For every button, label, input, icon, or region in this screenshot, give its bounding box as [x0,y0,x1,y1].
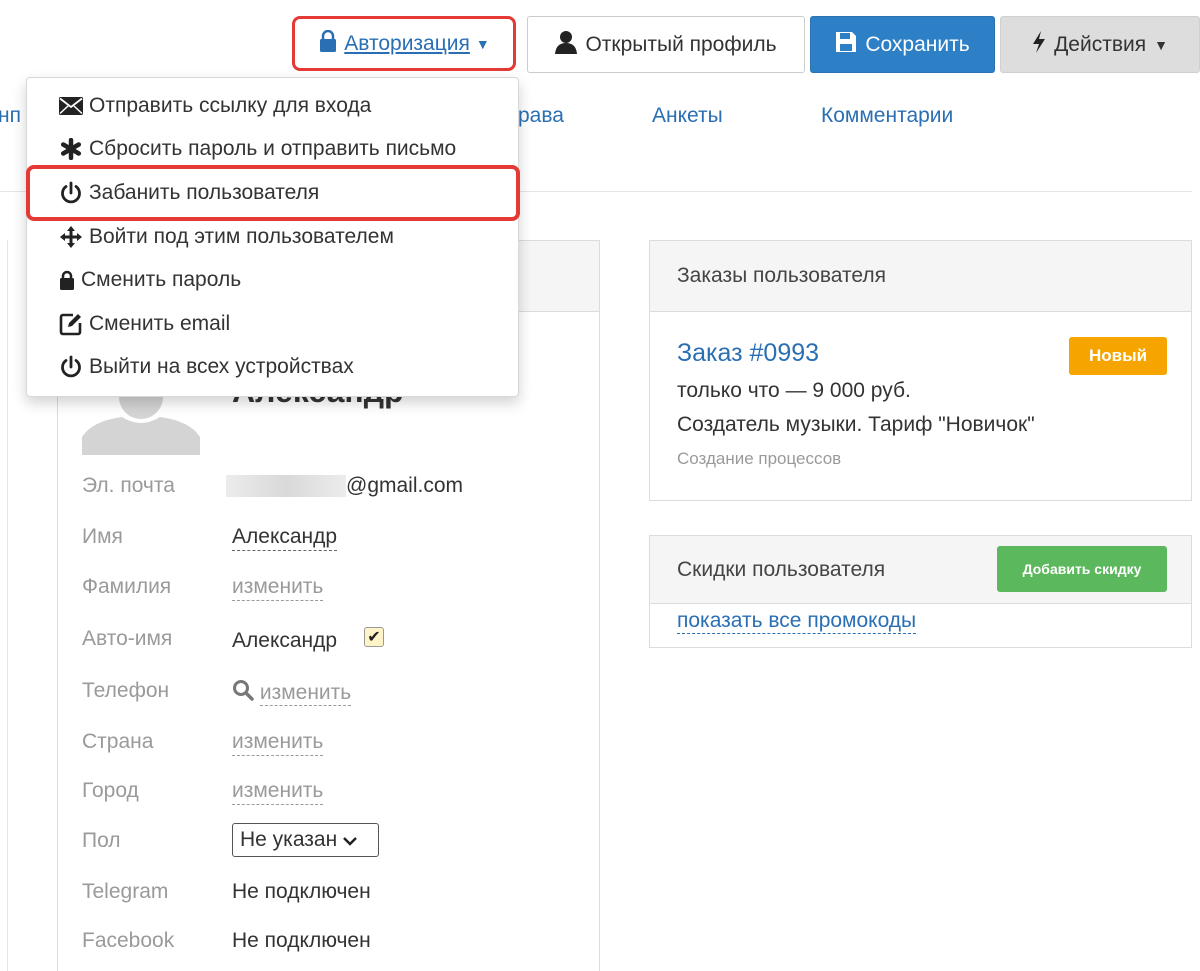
email-value: @gmail.com [226,474,463,498]
caret-down-icon: ▼ [475,35,490,52]
menu-item-label: Войти под этим пользователем [89,225,394,248]
authorization-dropdown-menu: Отправить ссылку для входа Сбросить паро… [26,77,519,397]
tab-rights[interactable]: рава [518,104,564,128]
caret-down-icon: ▼ [1154,36,1168,53]
order-process: Создание процессов [677,449,842,468]
order-product: Создатель музыки. Тариф "Новичок" [677,413,1035,436]
tab-forms[interactable]: Анкеты [652,104,723,128]
menu-item-label: Сменить пароль [81,268,242,291]
show-all-promocodes-link[interactable]: показать все промокоды [677,609,917,634]
add-discount-button[interactable]: Добавить скидку [997,546,1167,592]
facebook-label: Facebook [82,929,175,952]
authorization-label: Авторизация [344,31,470,55]
menu-item-label: Отправить ссылку для входа [89,94,372,117]
search-icon[interactable] [232,679,254,707]
user-orders-panel: Заказы пользователя Заказ #0993 Новый то… [649,240,1192,501]
floppy-disk-icon [835,31,857,59]
status-badge: Новый [1069,337,1167,375]
auto-name-checkbox[interactable]: ✔ [364,627,384,647]
phone-edit-link[interactable]: изменить [259,680,352,706]
save-label: Сохранить [865,32,970,56]
city-label: Город [82,779,139,802]
facebook-value: Не подключен [232,929,371,952]
edit-icon [59,312,83,336]
user-discounts-title: Скидки пользователя [677,558,886,581]
menu-item-send-login-link[interactable]: Отправить ссылку для входа [59,94,371,118]
gender-label: Пол [82,829,121,852]
menu-item-label: Сбросить пароль и отправить письмо [89,137,457,160]
left-sidebar-edge [0,240,8,971]
auto-name-value: Александр [232,629,338,652]
asterisk-icon [59,137,83,161]
user-orders-title: Заказы пользователя [677,264,886,287]
email-redaction [226,475,346,498]
city-edit-link[interactable]: изменить [232,779,324,805]
menu-item-label: Выйти на всех устройствах [89,355,354,378]
user-discounts-header: Скидки пользователя Добавить скидку [650,536,1191,604]
gender-select[interactable]: Не указан [232,823,379,857]
telegram-label: Telegram [82,880,169,903]
actions-dropdown-button[interactable]: Действия ▼ [1000,16,1200,73]
last-name-label: Фамилия [82,575,172,598]
lock-icon [59,268,75,292]
country-edit-link[interactable]: изменить [232,730,324,756]
phone-value: изменить [232,679,352,707]
save-button[interactable]: Сохранить [810,16,995,73]
last-name-edit-link[interactable]: изменить [232,575,324,601]
user-discounts-panel: Скидки пользователя Добавить скидку пока… [649,535,1192,648]
public-profile-button[interactable]: Открытый профиль [527,16,805,73]
menu-item-ban-user[interactable]: Забанить пользователя [59,181,319,205]
email-label: Эл. почта [82,474,175,497]
envelope-icon [59,94,83,118]
authorization-dropdown-button[interactable]: Авторизация ▼ [292,16,516,71]
order-link[interactable]: Заказ #0993 [677,339,819,368]
move-icon [59,225,83,249]
telegram-value: Не подключен [232,880,371,903]
public-profile-label: Открытый профиль [585,32,777,56]
phone-label: Телефон [82,679,170,702]
user-icon [555,30,578,60]
menu-item-logout-all-devices[interactable]: Выйти на всех устройствах [59,355,354,379]
bolt-icon [1032,30,1046,59]
chevron-down-icon [343,828,358,852]
menu-item-label: Сменить email [89,312,231,335]
email-domain: @gmail.com [346,474,464,497]
power-icon [59,181,83,205]
menu-item-change-password[interactable]: Сменить пароль [59,268,241,292]
menu-item-reset-password[interactable]: Сбросить пароль и отправить письмо [59,137,456,161]
menu-item-login-as-user[interactable]: Войти под этим пользователем [59,225,394,249]
actions-label: Действия [1054,32,1147,56]
auto-name-label: Авто-имя [82,627,173,650]
tab-comments[interactable]: Комментарии [821,104,953,128]
checkmark-icon: ✔ [367,629,381,646]
country-label: Страна [82,730,154,753]
menu-item-label: Забанить пользователя [89,181,320,204]
first-name-value[interactable]: Александр [232,525,338,551]
first-name-label: Имя [82,525,123,548]
power-icon [59,355,83,379]
tab-partial-left[interactable]: нп [0,104,21,128]
lock-icon [318,29,338,57]
user-orders-header: Заказы пользователя [650,241,1191,312]
order-time-price: только что — 9 000 руб. [677,379,911,402]
menu-item-change-email[interactable]: Сменить email [59,312,230,336]
gender-select-value: Не указан [240,828,338,851]
